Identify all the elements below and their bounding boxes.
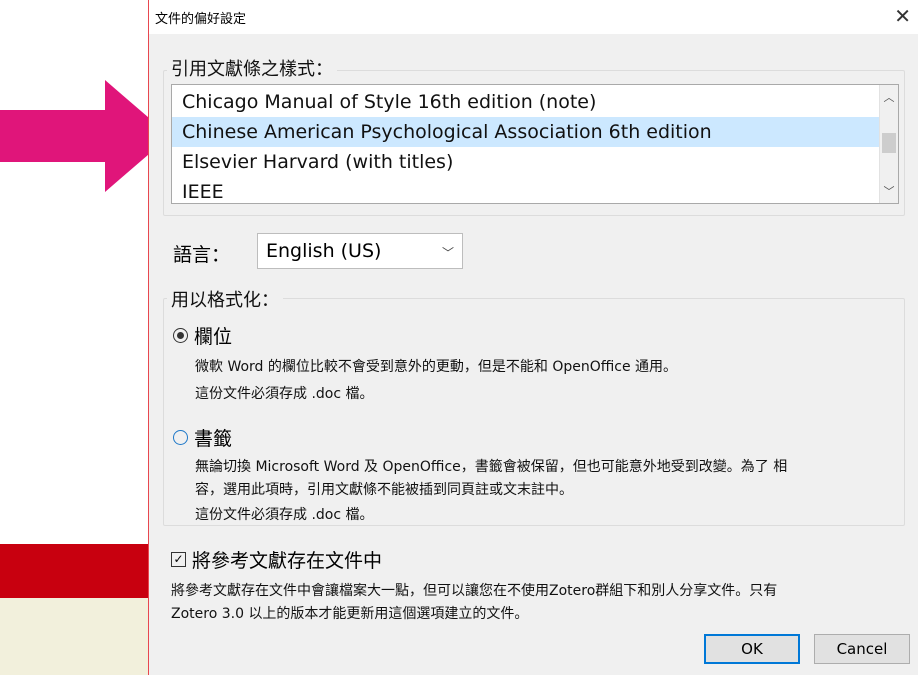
language-label: 語言： xyxy=(173,244,231,266)
list-scrollbar[interactable]: ︿ ﹀ xyxy=(879,85,898,203)
document-preferences-dialog: 文件的偏好設定 ✕ 引用文獻條之樣式： Chicago Manual of St… xyxy=(148,0,918,675)
bookmarks-description: 無論切換 Microsoft Word 及 OpenOffice，書籤會被保留，… xyxy=(195,456,787,527)
radio-selected-icon[interactable] xyxy=(173,328,188,343)
dialog-titlebar: 文件的偏好設定 ✕ xyxy=(149,0,918,34)
cancel-button[interactable]: Cancel xyxy=(814,634,910,664)
list-item[interactable]: IEEE xyxy=(182,177,224,203)
bookmarks-desc-line: 無論切換 Microsoft Word 及 OpenOffice，書籤會被保留，… xyxy=(195,459,788,475)
store-references-label: 將參考文獻存在文件中 xyxy=(192,550,383,572)
bookmarks-desc-line: 容，選用此項時，引用文獻條不能被插到同頁註或文末註中。 xyxy=(195,482,573,498)
store-refs-desc-line: 將參考文獻存在文件中會讓檔案大一點，但可以讓您在不使用Zotero群組下和別人分… xyxy=(171,583,778,599)
scroll-thumb[interactable] xyxy=(882,133,896,153)
format-using-legend: 用以格式化： xyxy=(167,286,283,312)
citation-style-legend: 引用文獻條之樣式： xyxy=(167,55,337,81)
ok-button[interactable]: OK xyxy=(704,634,800,664)
list-item[interactable]: Elsevier Harvard (with titles) xyxy=(182,147,453,177)
checkbox-checked-icon[interactable]: ✓ xyxy=(171,552,186,567)
bookmarks-radio[interactable]: 書籤 xyxy=(173,424,232,451)
background-cream-area xyxy=(0,598,148,675)
close-icon[interactable]: ✕ xyxy=(894,4,911,28)
fields-radio[interactable]: 欄位 xyxy=(173,322,232,349)
radio-unselected-icon[interactable] xyxy=(173,430,188,445)
citation-style-list[interactable]: Chicago Manual of Style 16th edition (no… xyxy=(171,84,899,204)
store-references-description: 將參考文獻存在文件中會讓檔案大一點，但可以讓您在不使用Zotero群組下和別人分… xyxy=(171,580,777,626)
dialog-title: 文件的偏好設定 xyxy=(155,12,247,27)
bookmarks-desc-line: 這份文件必須存成 .doc 檔。 xyxy=(195,507,374,523)
list-item-selected[interactable]: Chinese American Psychological Associati… xyxy=(172,117,886,147)
fields-desc-line: 微軟 Word 的欄位比較不會受到意外的更動，但是不能和 OpenOffice … xyxy=(195,359,678,375)
bookmarks-radio-label: 書籤 xyxy=(194,428,233,450)
store-refs-desc-line: Zotero 3.0 以上的版本才能更新用這個選項建立的文件。 xyxy=(171,606,529,622)
language-select[interactable]: English (US) ﹀ xyxy=(257,233,463,269)
scroll-up-icon[interactable]: ︿ xyxy=(880,89,898,107)
list-item[interactable]: Chicago Manual of Style 16th edition (no… xyxy=(182,87,596,117)
chevron-down-icon: ﹀ xyxy=(441,246,454,260)
callout-arrow-icon xyxy=(0,80,170,192)
fields-radio-label: 欄位 xyxy=(194,326,233,348)
fields-desc-line: 這份文件必須存成 .doc 檔。 xyxy=(195,386,374,402)
language-value: English (US) xyxy=(266,240,382,262)
scroll-down-icon[interactable]: ﹀ xyxy=(880,183,898,201)
store-references-checkbox[interactable]: ✓ 將參考文獻存在文件中 xyxy=(171,546,382,573)
fields-description: 微軟 Word 的欄位比較不會受到意外的更動，但是不能和 OpenOffice … xyxy=(195,356,677,406)
background-red-band xyxy=(0,544,148,598)
